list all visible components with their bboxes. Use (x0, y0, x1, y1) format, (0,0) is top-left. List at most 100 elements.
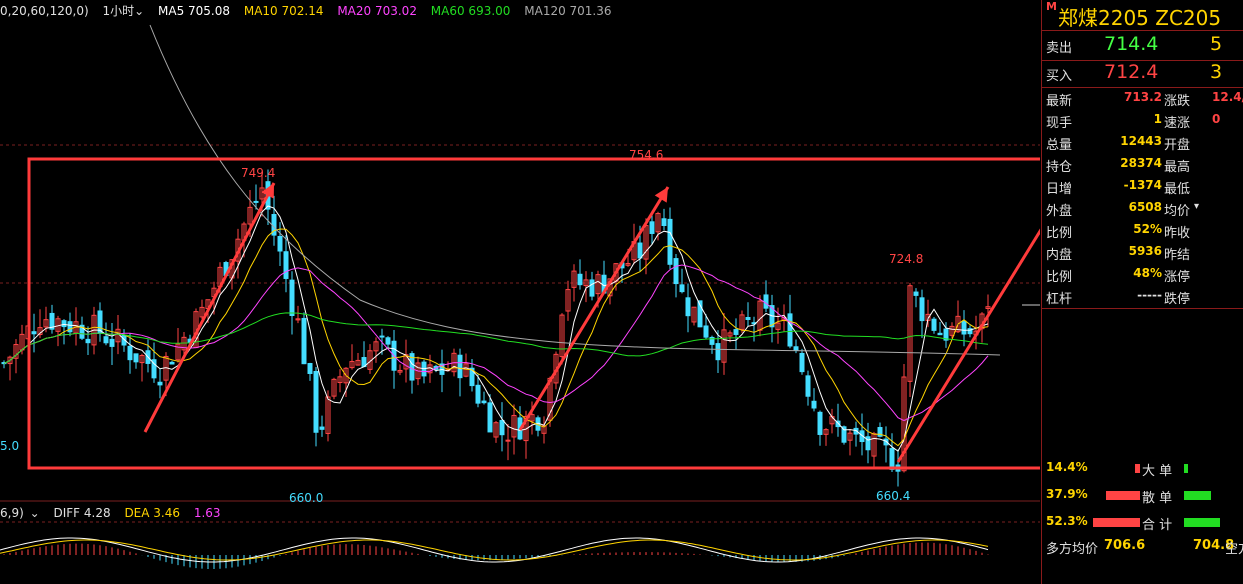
flow-bar-red (1106, 491, 1140, 500)
quote-row: 现手 1 速涨 0 (1042, 110, 1243, 132)
ma10-label: MA10 702.14 (243, 4, 324, 18)
bid-row[interactable]: 买入 712.4 3 (1042, 61, 1243, 87)
divider (1042, 30, 1243, 31)
candle-body (85, 338, 91, 344)
candle-body (379, 335, 385, 338)
market-icon: M (1046, 0, 1057, 13)
candle-body (487, 402, 493, 433)
quote-row: 外盘 6508 均价 (1042, 198, 1243, 220)
quote-value: 713.2 (1124, 90, 1162, 104)
period-selector[interactable]: 1小时⌄ (102, 4, 144, 18)
flow-bar-red (1135, 464, 1140, 473)
ma5-line (3, 205, 989, 452)
macd-legend: 6,9) ⌄ DIFF 4.28 DEA 3.46 1.63 (0, 504, 231, 522)
quote-label: 持仓 (1046, 160, 1073, 175)
quote-label: 杠杆 (1046, 292, 1073, 307)
candle-body (703, 325, 709, 338)
quote-label: 开盘 (1164, 138, 1191, 153)
candle-body (283, 251, 289, 279)
candle-body (385, 337, 391, 345)
quote-value: 1 (1153, 112, 1162, 126)
quote-label: 最新 (1046, 94, 1073, 109)
avg-long-label: 多方均价 (1046, 542, 1099, 557)
candle-body (277, 235, 283, 252)
quote-row: 内盘 5936 昨结 (1042, 242, 1243, 264)
bid-label: 买入 (1046, 69, 1073, 84)
trend-arrow-3 (896, 228, 1040, 463)
ma5-label: MA5 705.08 (158, 4, 231, 18)
candle-body (169, 361, 175, 365)
chevron-down-icon[interactable]: ▾ (1194, 201, 1199, 212)
diff-line (0, 537, 989, 563)
candle-body (931, 318, 937, 331)
candle-body (577, 273, 583, 286)
macd-params: 6,9) (0, 506, 24, 520)
candle-body (589, 279, 595, 297)
candle-body (31, 331, 37, 335)
candle-body (307, 362, 313, 374)
quote-row: 比例 52% 昨收 (1042, 220, 1243, 242)
quote-row: 总量 12443 开盘 (1042, 132, 1243, 154)
kline-chart[interactable]: 0,20,60,120,0) 1小时⌄ MA5 705.08 MA10 702.… (0, 0, 1040, 584)
quote-label: 最高 (1164, 160, 1191, 175)
ask-row[interactable]: 卖出 714.4 5 (1042, 33, 1243, 59)
candle-body (649, 221, 655, 234)
candle-body (937, 332, 943, 336)
flow-bar-red (1093, 518, 1140, 527)
flow-percent: 52.3% (1046, 514, 1088, 528)
candle-body (133, 353, 139, 363)
ma-params: 0,20,60,120,0) (0, 4, 89, 18)
candle-body (685, 297, 691, 317)
ask-label: 卖出 (1046, 41, 1073, 56)
candle-body (811, 400, 817, 409)
candle-body (841, 426, 847, 443)
flow-bar-green (1184, 491, 1211, 500)
flow-label: 大 单 (1142, 464, 1173, 479)
left-edge-value: 5.0 (0, 439, 20, 453)
candle-body (715, 343, 721, 361)
quote-label: 速涨 (1164, 116, 1191, 131)
candle-body (763, 294, 769, 309)
flow-bar-green (1184, 464, 1188, 473)
avg-long-value: 706.6 (1104, 538, 1146, 553)
dea-line (0, 539, 989, 561)
candle-body (127, 345, 133, 361)
quote-panel: M 郑煤2205 ZC205 卖出 714.4 5 买入 712.4 3 最新 7… (1041, 0, 1243, 584)
candle-body (787, 313, 793, 347)
chevron-down-icon: ⌄ (134, 4, 145, 18)
candle-body (805, 375, 811, 397)
candle-body (313, 370, 319, 433)
contract-name: 郑煤2205 ZC205 (1058, 6, 1222, 30)
candle-body (799, 352, 805, 373)
quote-row: 杠杆 ----- 跌停 (1042, 286, 1243, 308)
quote-value: 12.4/1 (1212, 90, 1243, 104)
chevron-down-icon[interactable]: ⌄ (30, 506, 40, 520)
ask-price: 714.4 (1104, 33, 1159, 55)
quote-label: 内盘 (1046, 248, 1073, 263)
period-label: 1小时 (102, 4, 135, 18)
candle-body (667, 218, 673, 265)
quote-label: 涨停 (1164, 270, 1191, 285)
quote-label: 昨收 (1164, 226, 1191, 241)
quote-label: 比例 (1046, 226, 1073, 241)
flow-percent: 37.9% (1046, 487, 1088, 501)
quote-value: -1374 (1123, 178, 1162, 192)
candle-body (61, 320, 67, 328)
ma-legend: 0,20,60,120,0) 1小时⌄ MA5 705.08 MA10 702.… (0, 0, 1040, 22)
candle-body (481, 400, 487, 404)
ma60-label: MA60 693.00 (430, 4, 511, 18)
quote-label: 总量 (1046, 138, 1073, 153)
quote-label: 最低 (1164, 182, 1191, 197)
candle-body (499, 420, 505, 436)
candle-body (817, 411, 823, 435)
candle-body (793, 346, 799, 351)
quote-value: 52% (1133, 222, 1162, 236)
quote-label: 外盘 (1046, 204, 1073, 219)
quote-value: 0 (1212, 112, 1221, 126)
candle-body (889, 448, 895, 470)
ma120-label: MA120 701.36 (524, 4, 612, 18)
high-annotation-1: 749.4 (241, 166, 276, 180)
candle-body (913, 291, 919, 296)
candle-body (745, 317, 751, 320)
bid-volume: 3 (1210, 61, 1223, 83)
